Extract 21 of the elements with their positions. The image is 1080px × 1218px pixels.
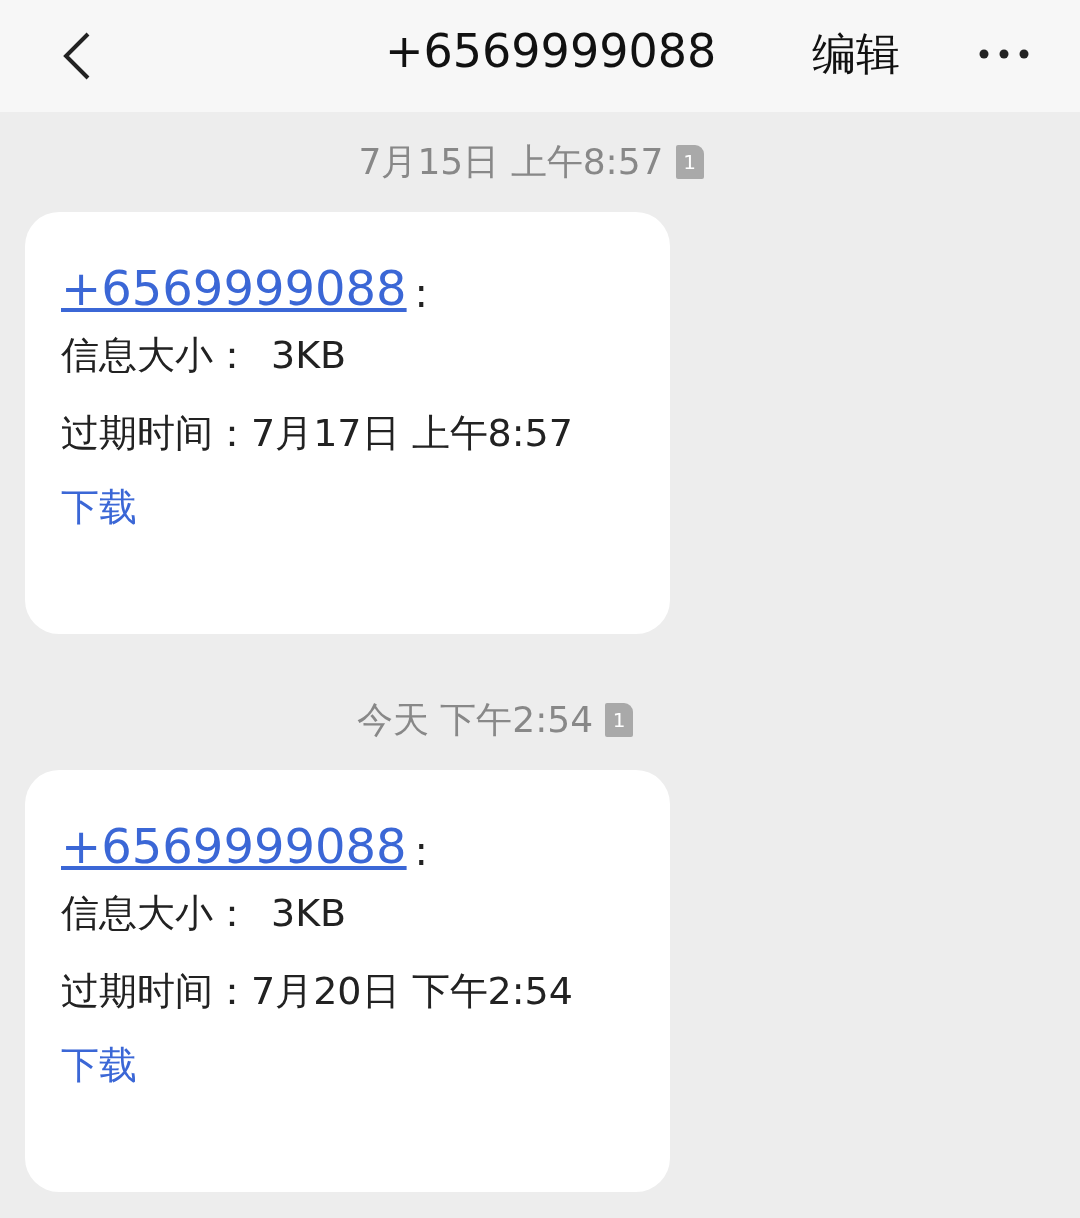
conversation-title: +6569999088 (385, 24, 717, 78)
edit-link[interactable]: 编辑 (812, 25, 900, 84)
expiry-value: 7月20日 下午2:54 (251, 967, 573, 1015)
colon-text: : (414, 828, 429, 874)
sender-number-link[interactable]: +6569999088 (61, 818, 407, 874)
expiry-value: 7月17日 上午8:57 (251, 409, 573, 457)
message-timestamp: 今天 下午2:54 (356, 697, 594, 742)
expiry-label: 过期时间： (61, 967, 251, 1015)
size-label: 信息大小： (61, 889, 251, 937)
more-icon[interactable] (978, 48, 1030, 60)
size-value: 3KB (271, 891, 347, 935)
download-link[interactable]: 下载 (61, 1040, 137, 1091)
sim-card-badge: 1 (675, 145, 704, 179)
message-timestamp: 7月15日 上午8:57 (358, 139, 664, 184)
colon-text: : (414, 270, 429, 316)
sim-card-badge: 1 (605, 703, 634, 737)
size-value: 3KB (271, 333, 347, 377)
size-label: 信息大小： (61, 331, 251, 379)
download-link[interactable]: 下载 (61, 482, 137, 533)
expiry-label: 过期时间： (61, 409, 251, 457)
sender-number-link[interactable]: +6569999088 (61, 260, 407, 316)
